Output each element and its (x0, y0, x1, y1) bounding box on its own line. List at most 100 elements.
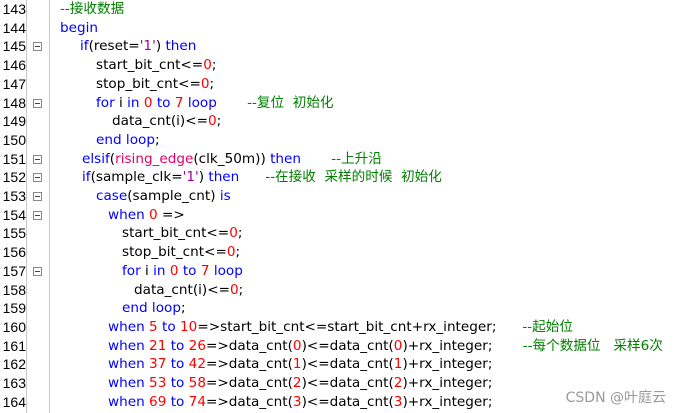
code-line: 161 when 21 to 26=>data_cnt(0)<=data_cnt(… (0, 337, 678, 356)
code-token: begin (60, 19, 99, 36)
code-token: when (108, 318, 145, 335)
code-token: )<=data_cnt( (301, 393, 394, 410)
fold-toggle-icon[interactable] (33, 210, 42, 220)
code-token: 3 (292, 393, 302, 410)
fold-toggle-icon[interactable] (33, 266, 42, 276)
code-token: )<=data_cnt( (301, 375, 394, 391)
code-line: 152 if(sample_clk='1') then --在接收 采样的时候 初… (0, 168, 678, 187)
line-number: 157 (2, 262, 26, 279)
line-number: 151 (2, 150, 26, 167)
code-line: 143 --接收数据 (0, 0, 678, 19)
code-token: stop_bit_cnt<= (122, 244, 227, 261)
code-token: 0 (208, 113, 217, 130)
code-token: 5 (149, 318, 158, 335)
code-token: case (96, 188, 128, 204)
line-number: 159 (2, 300, 26, 317)
code-line: 154 when 0 => (0, 206, 678, 225)
code-text: --接收数据 (60, 0, 124, 19)
code-token: rising_edge (115, 150, 194, 167)
code-token: )+rx_integer; (402, 356, 493, 373)
line-number: 162 (2, 356, 26, 373)
code-text: start_bit_cnt<=0; (96, 56, 216, 75)
code-token: end loop (96, 131, 155, 148)
code-token: 0 (149, 206, 158, 223)
line-number: 150 (2, 131, 26, 148)
code-token: 42 (188, 356, 206, 373)
code-token: when (108, 393, 145, 410)
code-line: 145 if(reset='1') then (0, 37, 678, 56)
code-line: 157 for i in 0 to 7 loop (0, 262, 678, 281)
code-token: ; (237, 225, 243, 242)
code-text: when 21 to 26=>data_cnt(0)<=data_cnt(0)+… (108, 337, 663, 356)
code-line: 144 begin (0, 19, 678, 38)
line-number: 163 (2, 375, 26, 391)
code-token: 2 (292, 375, 302, 391)
code-token: --复位 初始化 (247, 94, 334, 111)
code-editor[interactable]: 143 --接收数据 144 begin 145 if(reset='1') then 14… (0, 0, 678, 413)
code-text: for i in 0 to 7 loop --复位 初始化 (96, 94, 334, 113)
line-number: 158 (2, 281, 26, 298)
code-text: if(reset='1') then (80, 37, 196, 56)
fold-toggle-icon[interactable] (33, 98, 42, 108)
line-number: 161 (2, 337, 26, 354)
code-token: 58 (188, 375, 206, 391)
line-number: 164 (2, 393, 26, 410)
code-token: 53 (149, 375, 167, 391)
code-token: --起始位 (522, 318, 573, 335)
code-token: --接收数据 (60, 1, 125, 17)
code-token: ; (235, 244, 241, 261)
code-token: (reset= (88, 38, 140, 55)
code-token: )<=data_cnt( (301, 337, 394, 354)
code-text: when 69 to 74=>data_cnt(3)<=data_cnt(3)+… (108, 393, 492, 412)
code-token: => (157, 206, 185, 223)
line-number: 160 (2, 318, 26, 335)
code-text: stop_bit_cnt<=0; (122, 243, 240, 262)
code-token: 0 (230, 281, 239, 298)
code-token: )<=data_cnt( (301, 356, 394, 373)
code-text: elsif(rising_edge(clk_50m)) then --上升沿 (82, 150, 382, 169)
code-token: then (270, 150, 302, 167)
code-token: ; (238, 281, 244, 298)
fold-toggle-icon[interactable] (33, 154, 42, 164)
line-number: 145 (2, 38, 26, 55)
code-token: --在接收 采样的时候 初始化 (265, 169, 442, 186)
line-number: 146 (2, 57, 26, 74)
code-token: ; (180, 300, 186, 317)
code-token: '1' (139, 38, 156, 55)
code-token: =>data_cnt( (205, 375, 293, 391)
fold-toggle-icon[interactable] (33, 173, 42, 183)
code-token: =>data_cnt( (205, 393, 293, 410)
code-token: for (122, 262, 141, 279)
code-token: 0 (200, 75, 210, 92)
code-token: (sample_cnt) (127, 188, 220, 204)
code-token: if (80, 38, 89, 55)
code-token: 10 (180, 318, 198, 335)
code-token: to (156, 94, 171, 111)
code-token: i (140, 262, 154, 279)
code-token: i (114, 94, 128, 111)
line-number: 148 (2, 94, 26, 111)
code-token: loop (187, 94, 217, 111)
fold-toggle-icon[interactable] (33, 42, 42, 52)
code-token: 0 (143, 94, 153, 111)
code-token: 0 (229, 225, 238, 242)
code-text: for i in 0 to 7 loop (122, 262, 243, 281)
code-text: when 37 to 42=>data_cnt(1)<=data_cnt(1)+… (108, 355, 492, 374)
code-token: to (170, 356, 185, 373)
code-text: case(sample_cnt) is (96, 187, 231, 206)
code-line: 150 end loop; (0, 131, 678, 150)
code-text: data_cnt(i)<=0; (134, 281, 243, 300)
code-line: 153 case(sample_cnt) is (0, 187, 678, 206)
code-token: elsif (82, 150, 110, 167)
code-token: stop_bit_cnt<= (96, 75, 201, 92)
code-token: start_bit_cnt<= (96, 57, 204, 74)
code-text: start_bit_cnt<=0; (122, 224, 242, 243)
line-number: 143 (2, 1, 26, 17)
fold-toggle-icon[interactable] (33, 192, 42, 201)
code-token: ; (154, 131, 160, 148)
code-token: to (170, 393, 185, 410)
code-token: loop (213, 262, 243, 279)
